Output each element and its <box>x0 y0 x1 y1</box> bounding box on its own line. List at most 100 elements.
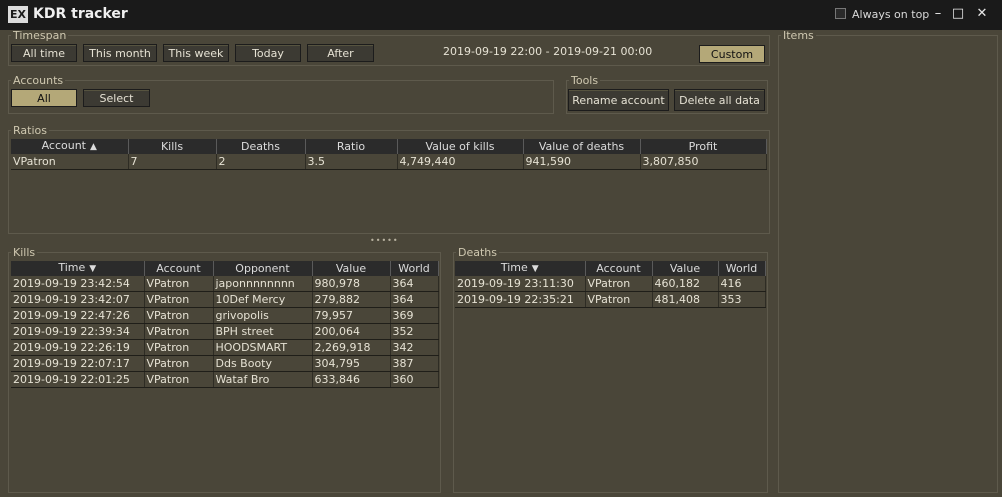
ratios-col-deaths[interactable]: Deaths <box>216 139 306 154</box>
table-row[interactable]: 2019-09-19 22:39:34 VPatron BPH street 200,… <box>11 323 439 340</box>
table-cell: 460,182 <box>652 276 719 292</box>
table-row[interactable]: 2019-09-19 22:07:17 VPatron Dds Booty 304,7… <box>11 355 439 372</box>
table-cell: 941,590 <box>523 154 641 170</box>
after-button[interactable]: After <box>307 44 374 62</box>
table-cell: 364 <box>390 276 439 292</box>
custom-button[interactable]: Custom <box>699 45 765 63</box>
table-cell: Dds Booty <box>213 355 313 372</box>
title-bar[interactable]: EX KDR tracker Always on top – □ ✕ <box>0 0 1002 30</box>
table-cell: 2,269,918 <box>312 339 391 356</box>
table-cell: 200,064 <box>312 323 391 340</box>
table-cell: 364 <box>390 291 439 308</box>
kills-col-account[interactable]: Account <box>144 261 214 276</box>
table-cell: 2019-09-19 23:42:54 <box>11 276 145 292</box>
checkbox-box[interactable] <box>835 8 846 19</box>
date-range-text: 2019-09-19 22:00 - 2019-09-21 00:00 <box>443 45 653 58</box>
table-cell: BPH street <box>213 323 313 340</box>
always-on-top-label: Always on top <box>852 8 930 21</box>
tools-legend: Tools <box>571 74 599 87</box>
kills-table: Time ▼ Account Opponent Value World 2019-… <box>11 261 439 388</box>
table-row[interactable]: 2019-09-19 22:35:21 VPatron 481,408 353 <box>455 291 766 308</box>
table-cell: 304,795 <box>312 355 391 372</box>
deaths-col-value[interactable]: Value <box>652 261 719 276</box>
maximize-icon[interactable]: □ <box>951 7 965 21</box>
always-on-top-checkbox[interactable]: Always on top <box>835 8 929 21</box>
ratios-col-profit[interactable]: Profit <box>640 139 767 154</box>
today-button[interactable]: Today <box>235 44 301 62</box>
table-cell: VPatron <box>144 371 214 388</box>
table-cell: VPatron <box>144 307 214 324</box>
table-cell: VPatron <box>11 154 129 170</box>
app-logo: EX <box>8 6 28 23</box>
table-row[interactable]: VPatron 7 2 3.5 4,749,440 941,590 3,807,… <box>11 154 767 170</box>
table-cell: 387 <box>390 355 439 372</box>
this-week-button[interactable]: This week <box>163 44 229 62</box>
ratios-col-kills[interactable]: Kills <box>128 139 217 154</box>
kills-col-value[interactable]: Value <box>312 261 391 276</box>
table-cell: 352 <box>390 323 439 340</box>
table-cell: 416 <box>718 276 766 292</box>
table-cell: VPatron <box>585 276 653 292</box>
table-cell: 360 <box>390 371 439 388</box>
table-cell: 353 <box>718 291 766 308</box>
table-cell: 980,978 <box>312 276 391 292</box>
ratios-legend: Ratios <box>13 124 47 137</box>
table-row[interactable]: 2019-09-19 22:01:25 VPatron Wataf Bro 633,8… <box>11 371 439 388</box>
table-cell: 79,957 <box>312 307 391 324</box>
ratios-header-row: Account ▲ Kills Deaths Ratio Value of kil… <box>11 139 767 154</box>
minimize-icon[interactable]: – <box>931 7 945 21</box>
table-row[interactable]: 2019-09-19 23:11:30 VPatron 460,182 416 <box>455 276 766 292</box>
kills-legend: Kills <box>13 246 36 259</box>
table-cell: 369 <box>390 307 439 324</box>
app-window: EX KDR tracker Always on top – □ ✕ Times… <box>0 0 1002 497</box>
table-cell: 10Def Mercy <box>213 291 313 308</box>
deaths-table: Time ▼ Account Value World 2019-09-19 23:… <box>455 261 766 308</box>
deaths-col-time[interactable]: Time ▼ <box>455 261 586 276</box>
close-icon[interactable]: ✕ <box>975 7 989 21</box>
ratios-col-account[interactable]: Account ▲ <box>11 139 129 154</box>
splitter-handle[interactable]: ••••• <box>370 236 399 245</box>
table-row[interactable]: 2019-09-19 23:42:07 VPatron 10Def Mercy 279… <box>11 291 439 308</box>
select-accounts-button[interactable]: Select <box>83 89 150 107</box>
deaths-legend: Deaths <box>458 246 497 259</box>
table-row[interactable]: 2019-09-19 23:42:54 VPatron japonnnnnnnn 98… <box>11 276 439 292</box>
sort-descending-icon: ▼ <box>531 264 539 274</box>
deaths-col-world[interactable]: World <box>718 261 766 276</box>
table-cell: VPatron <box>144 355 214 372</box>
table-cell: 2 <box>216 154 306 170</box>
rename-account-button[interactable]: Rename account <box>568 89 669 111</box>
window-title: KDR tracker <box>33 6 128 22</box>
items-legend: Items <box>783 29 814 42</box>
ratios-col-ratio[interactable]: Ratio <box>305 139 398 154</box>
timespan-legend: Timespan <box>13 29 67 42</box>
delete-all-data-button[interactable]: Delete all data <box>674 89 765 111</box>
kills-col-opponent[interactable]: Opponent <box>213 261 313 276</box>
table-cell: VPatron <box>144 276 214 292</box>
table-cell: VPatron <box>144 323 214 340</box>
table-cell: 2019-09-19 22:07:17 <box>11 355 145 372</box>
table-cell: VPatron <box>585 291 653 308</box>
table-row[interactable]: 2019-09-19 22:47:26 VPatron grivopolis 79,9… <box>11 307 439 324</box>
kills-header-row: Time ▼ Account Opponent Value World <box>11 261 439 276</box>
deaths-col-account[interactable]: Account <box>585 261 653 276</box>
all-accounts-button[interactable]: All <box>11 89 77 107</box>
table-cell: 633,846 <box>312 371 391 388</box>
this-month-button[interactable]: This month <box>83 44 157 62</box>
ratios-table: Account ▲ Kills Deaths Ratio Value of kil… <box>11 139 767 170</box>
table-cell: grivopolis <box>213 307 313 324</box>
table-cell: 2019-09-19 22:01:25 <box>11 371 145 388</box>
table-cell: 279,882 <box>312 291 391 308</box>
table-cell: 2019-09-19 22:47:26 <box>11 307 145 324</box>
table-cell: 7 <box>128 154 217 170</box>
table-row[interactable]: 2019-09-19 22:26:19 VPatron HOODSMART 2,269… <box>11 339 439 356</box>
table-cell: 2019-09-19 22:26:19 <box>11 339 145 356</box>
table-cell: VPatron <box>144 339 214 356</box>
ratios-col-value-of-deaths[interactable]: Value of deaths <box>523 139 641 154</box>
all-time-button[interactable]: All time <box>11 44 77 62</box>
kills-col-world[interactable]: World <box>390 261 439 276</box>
table-cell: 3.5 <box>305 154 398 170</box>
ratios-col-value-of-kills[interactable]: Value of kills <box>397 139 524 154</box>
table-cell: 481,408 <box>652 291 719 308</box>
table-cell: 3,807,850 <box>640 154 767 170</box>
kills-col-time[interactable]: Time ▼ <box>11 261 145 276</box>
